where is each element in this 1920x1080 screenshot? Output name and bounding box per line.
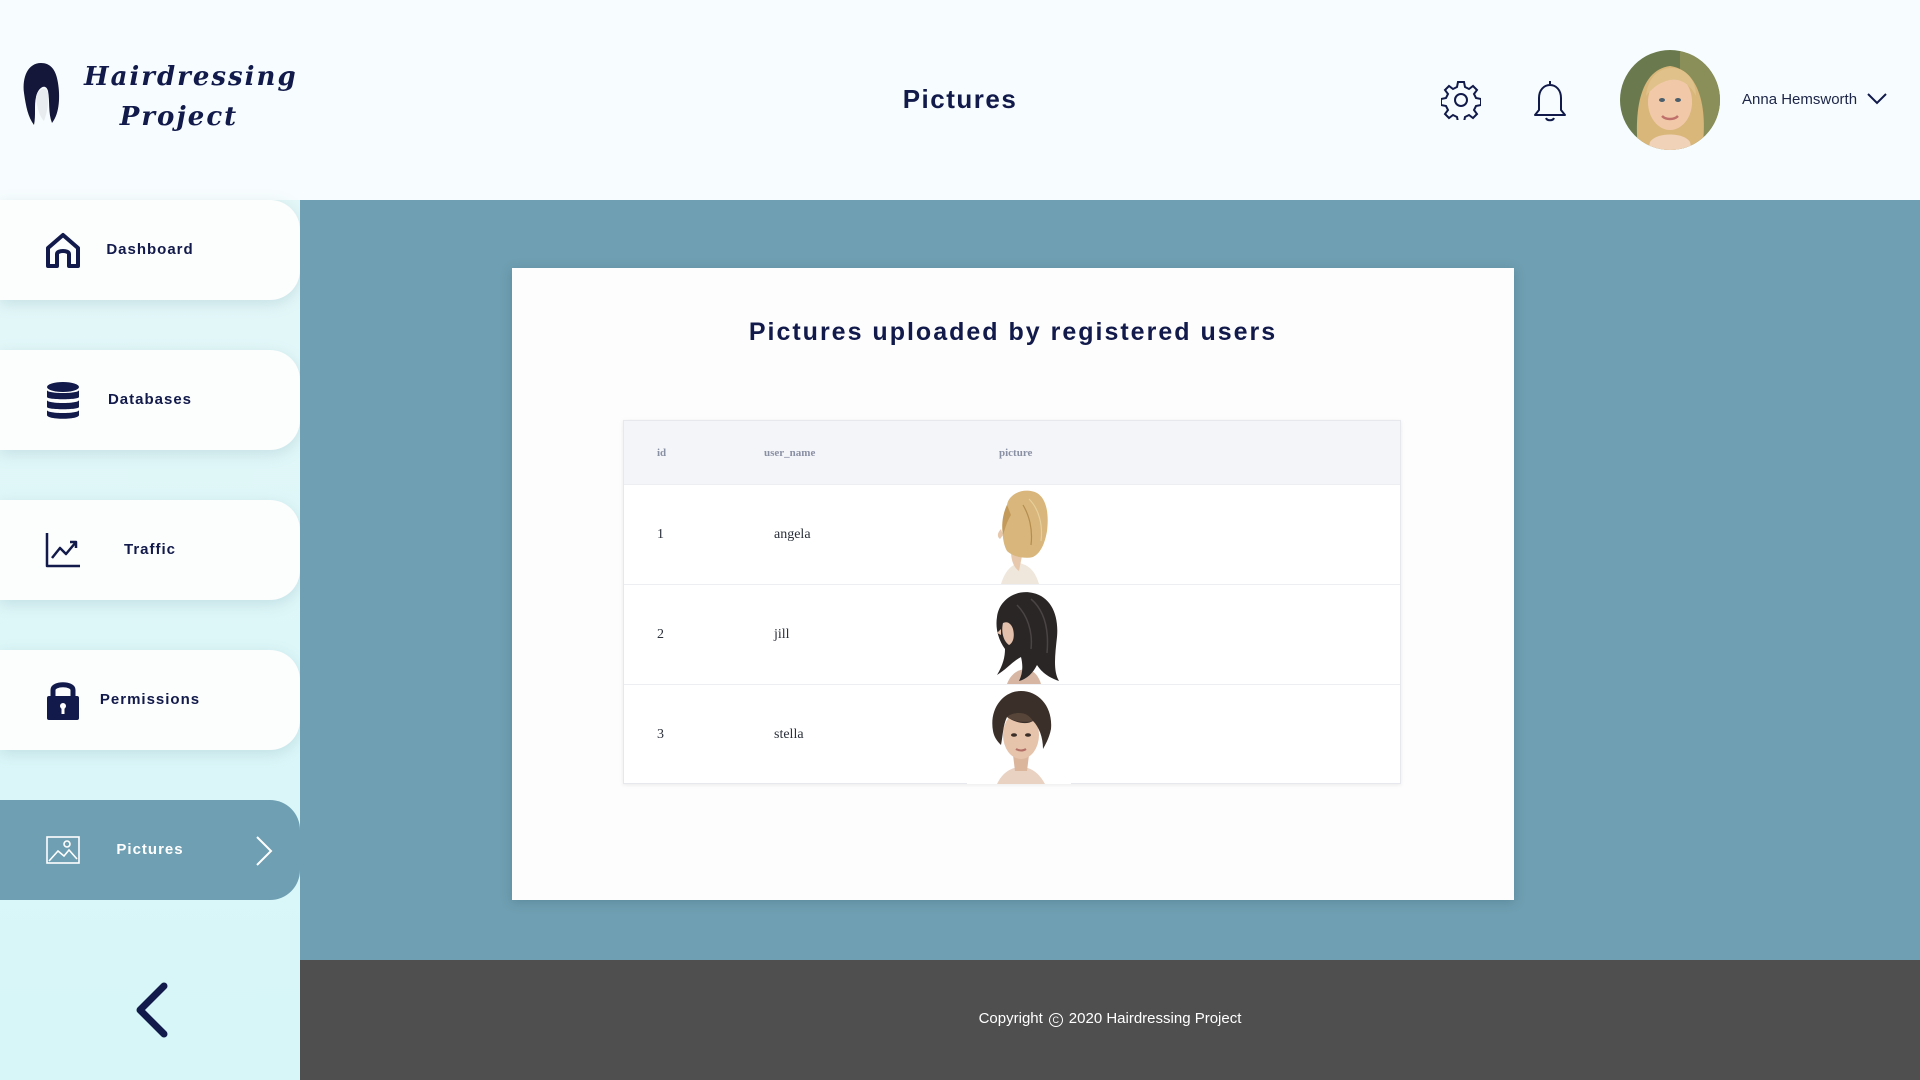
home-icon [46,233,80,268]
column-header-user-name: user_name [764,447,816,459]
table-row[interactable]: 3 stella [624,684,1400,784]
column-header-id: id [657,447,667,459]
database-icon [47,382,79,419]
page-title: Pictures [902,84,1018,114]
table-row[interactable]: 1 angela [624,484,1400,584]
sidebar-item-dashboard[interactable]: Dashboard [0,200,300,300]
chart-line-icon [45,533,80,568]
pictures-card: Pictures uploaded by registered users id… [512,268,1514,900]
sidebar-item-traffic[interactable]: Traffic [0,500,300,600]
footer: Copyright C 2020 Hairdressing Project [300,960,1920,1080]
sidebar-item-databases[interactable]: Databases [0,350,300,450]
top-header: Hairdressing Project Pictures Anna Hemsw… [0,0,1920,200]
cell-id: 2 [657,627,664,642]
cell-id: 3 [657,727,664,742]
main-content: Pictures uploaded by registered users id… [300,200,1920,960]
sidebar-item-label: Databases [107,391,193,408]
sidebar-item-permissions[interactable]: Permissions [0,650,300,750]
app-logo[interactable]: Hairdressing Project [20,55,296,145]
chevron-down-icon[interactable] [1866,90,1888,106]
blonde-bob-hair-photo[interactable] [967,485,1071,584]
copyright-symbol-icon: C [1048,1013,1063,1027]
card-title: Pictures uploaded by registered users [748,318,1278,346]
sidebar: Dashboard Databases Traffic Permissions [0,200,300,1080]
gear-icon[interactable] [1441,80,1481,120]
cell-user-name: jill [774,627,790,642]
hair-silhouette-logo-icon [23,63,60,125]
lock-icon [47,682,79,720]
user-avatar-photo [1620,50,1720,150]
cell-user-name: angela [774,527,811,542]
copyright-suffix: 2020 Hairdressing Project [1068,1010,1242,1027]
cell-id: 1 [657,527,664,542]
brown-short-hair-photo[interactable] [967,685,1071,784]
sidebar-item-label: Pictures [116,841,184,858]
table-row[interactable]: 2 jill [624,584,1400,684]
user-name[interactable]: Anna Hemsworth [1742,91,1857,108]
sidebar-item-label: Permissions [99,691,201,708]
bell-icon[interactable] [1527,77,1573,123]
chevron-left-icon[interactable] [130,980,174,1040]
copyright-prefix: Copyright [978,1010,1043,1027]
table-header: id user_name picture [624,421,1400,485]
sidebar-item-label: Traffic [123,541,176,558]
app-logo-text: Hairdressing Project [84,57,298,137]
chevron-right-icon [256,836,273,866]
sidebar-item-label: Dashboard [106,241,194,258]
image-icon [46,836,80,864]
copyright-text: Copyright C 2020 Hairdressing Project [300,1010,1920,1027]
column-header-picture: picture [999,447,1033,459]
cell-user-name: stella [774,727,804,742]
dark-layered-hair-photo[interactable] [967,585,1071,684]
logo-line-1: Hairdressing [84,62,298,92]
pictures-table: id user_name picture 1 angela 2 jill 3 s… [623,420,1401,784]
user-avatar[interactable] [1620,50,1720,150]
sidebar-item-pictures[interactable]: Pictures [0,800,300,900]
logo-line-2: Project [119,102,239,132]
